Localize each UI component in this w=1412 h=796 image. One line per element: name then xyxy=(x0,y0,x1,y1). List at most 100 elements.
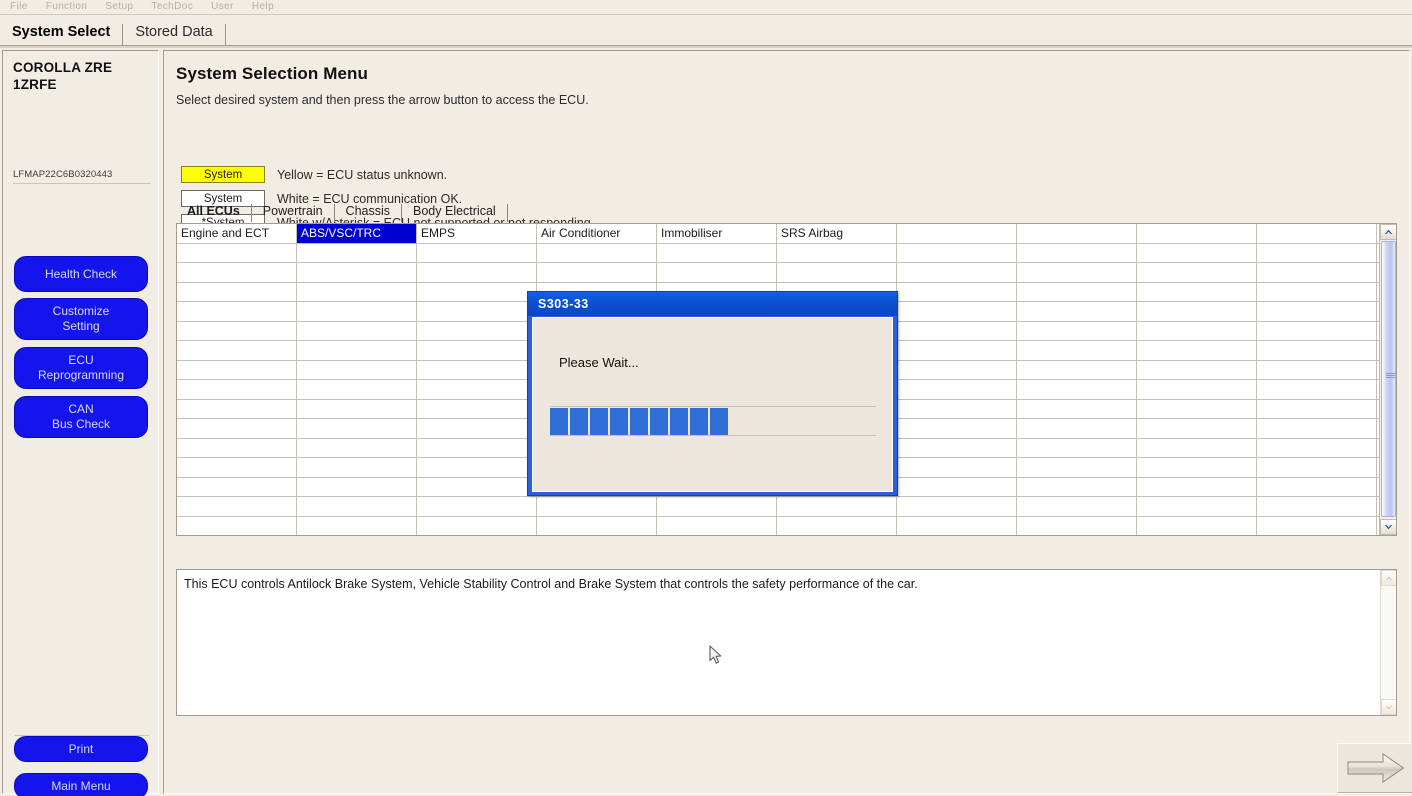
ecu-cell-empty xyxy=(177,438,297,457)
health-check-button[interactable]: Health Check xyxy=(14,256,148,292)
menu-item-file[interactable]: File xyxy=(10,1,28,13)
ecu-reprogramming-button[interactable]: ECU Reprogramming xyxy=(14,347,148,389)
tab-powertrain[interactable]: Powertrain xyxy=(252,204,335,222)
ecu-cell-empty xyxy=(1257,477,1377,496)
ecu-cell-empty xyxy=(1257,263,1377,282)
ecu-cell-empty xyxy=(1137,224,1257,243)
progress-block xyxy=(650,407,668,435)
ecu-category-tab-bar: All ECUs Powertrain Chassis Body Electri… xyxy=(176,201,508,222)
ecu-cell-empty xyxy=(1257,380,1377,399)
tab-stored-data[interactable]: Stored Data xyxy=(123,24,226,46)
menu-item-user[interactable]: User xyxy=(211,1,234,13)
menu-item-techdoc[interactable]: TechDoc xyxy=(151,1,193,13)
ecu-cell-empty xyxy=(417,282,537,301)
customize-setting-button[interactable]: Customize Setting xyxy=(14,298,148,340)
ecu-cell-empty xyxy=(1137,380,1257,399)
scroll-up-icon[interactable] xyxy=(1380,224,1396,240)
ecu-cell-empty xyxy=(177,458,297,477)
ecu-cell-empty xyxy=(177,263,297,282)
next-arrow-button[interactable] xyxy=(1337,743,1412,793)
ecu-cell-abs-vsc-trc[interactable]: ABS/VSC/TRC xyxy=(297,224,417,243)
ecu-cell-empty xyxy=(1257,419,1377,438)
ecu-cell-empty xyxy=(1017,477,1137,496)
tab-all-ecus[interactable]: All ECUs xyxy=(176,204,252,222)
ecu-cell-empty xyxy=(1137,263,1257,282)
ecu-cell-empty xyxy=(297,360,417,379)
ecu-cell-empty xyxy=(417,263,537,282)
scroll-down-icon[interactable] xyxy=(1380,519,1396,535)
progress-block xyxy=(670,407,688,435)
ecu-cell-empty xyxy=(177,380,297,399)
ecu-cell-empty xyxy=(417,341,537,360)
can-bus-check-button[interactable]: CAN Bus Check xyxy=(14,396,148,438)
ecu-cell-empty xyxy=(897,360,1017,379)
ecu-grid-row xyxy=(177,263,1380,283)
ecu-cell-empty xyxy=(1257,302,1377,321)
legend-chip-yellow: System xyxy=(181,166,265,183)
description-vertical-scrollbar[interactable] xyxy=(1380,570,1396,715)
ecu-cell-empty xyxy=(1017,360,1137,379)
scrollbar-thumb[interactable] xyxy=(1381,241,1396,517)
progress-block xyxy=(690,407,708,435)
ecu-cell-empty xyxy=(897,477,1017,496)
ecu-cell-empty xyxy=(1137,497,1257,516)
menu-item-setup[interactable]: Setup xyxy=(105,1,133,13)
ecu-grid-vertical-scrollbar[interactable] xyxy=(1379,224,1396,535)
menu-item-function[interactable]: Function xyxy=(46,1,88,13)
sidebar-panel: COROLLA ZRE 1ZRFE LFMAP22C6B0320443 Heal… xyxy=(2,50,159,796)
ecu-cell-empty xyxy=(537,516,657,535)
ecu-cell-air-conditioner[interactable]: Air Conditioner xyxy=(537,224,657,243)
ecu-cell-empty xyxy=(297,458,417,477)
ecu-cell-empty xyxy=(1257,321,1377,340)
ecu-cell-empty xyxy=(177,321,297,340)
ecu-cell-empty xyxy=(1017,419,1137,438)
ecu-cell-empty xyxy=(177,399,297,418)
ecu-cell-empty xyxy=(1137,438,1257,457)
ecu-cell-empty xyxy=(1017,263,1137,282)
ecu-cell-empty xyxy=(1017,282,1137,301)
tab-system-select[interactable]: System Select xyxy=(0,24,124,46)
ecu-cell-engine-and-ect[interactable]: Engine and ECT xyxy=(177,224,297,243)
ecu-cell-empty xyxy=(177,243,297,262)
ecu-cell-empty xyxy=(1137,243,1257,262)
tab-bar-underline xyxy=(0,45,1412,48)
progress-bar xyxy=(550,406,876,436)
ecu-cell-immobiliser[interactable]: Immobiliser xyxy=(657,224,777,243)
ecu-cell-empty xyxy=(177,477,297,496)
menu-item-help[interactable]: Help xyxy=(252,1,274,13)
ecu-cell-empty xyxy=(657,263,777,282)
ecu-cell-empty xyxy=(297,516,417,535)
ecu-cell-empty xyxy=(1017,224,1137,243)
description-scrollbar-track[interactable] xyxy=(1381,586,1396,699)
ecu-cell-empty xyxy=(177,419,297,438)
ecu-cell-empty xyxy=(177,341,297,360)
tab-body-electrical[interactable]: Body Electrical xyxy=(402,204,508,222)
ecu-cell-empty xyxy=(1257,458,1377,477)
ecu-cell-empty xyxy=(297,321,417,340)
ecu-grid-row xyxy=(177,516,1380,535)
main-menu-button[interactable]: Main Menu xyxy=(14,773,148,796)
ecu-cell-empty xyxy=(1017,321,1137,340)
description-scroll-up-icon[interactable] xyxy=(1381,570,1396,586)
page-title: System Selection Menu xyxy=(176,64,368,83)
ecu-cell-empty xyxy=(777,243,897,262)
ecu-cell-empty xyxy=(897,282,1017,301)
ecu-cell-emps[interactable]: EMPS xyxy=(417,224,537,243)
ecu-cell-empty xyxy=(417,497,537,516)
ecu-cell-empty xyxy=(897,302,1017,321)
dialog-title-bar[interactable]: S303-33 xyxy=(528,292,897,316)
legend-text-yellow: Yellow = ECU status unknown. xyxy=(277,167,448,182)
ecu-cell-empty xyxy=(297,438,417,457)
tab-chassis[interactable]: Chassis xyxy=(335,204,403,222)
ecu-cell-srs-airbag[interactable]: SRS Airbag xyxy=(777,224,897,243)
print-button[interactable]: Print xyxy=(14,736,148,762)
ecu-cell-empty xyxy=(1257,341,1377,360)
dialog-message: Please Wait... xyxy=(559,355,639,370)
ecu-cell-empty xyxy=(1257,516,1377,535)
right-arrow-icon xyxy=(1347,753,1405,783)
ecu-cell-empty xyxy=(1257,243,1377,262)
ecu-cell-empty xyxy=(297,341,417,360)
ecu-cell-empty xyxy=(297,477,417,496)
ecu-cell-empty xyxy=(657,497,777,516)
description-scroll-down-icon[interactable] xyxy=(1381,699,1396,715)
